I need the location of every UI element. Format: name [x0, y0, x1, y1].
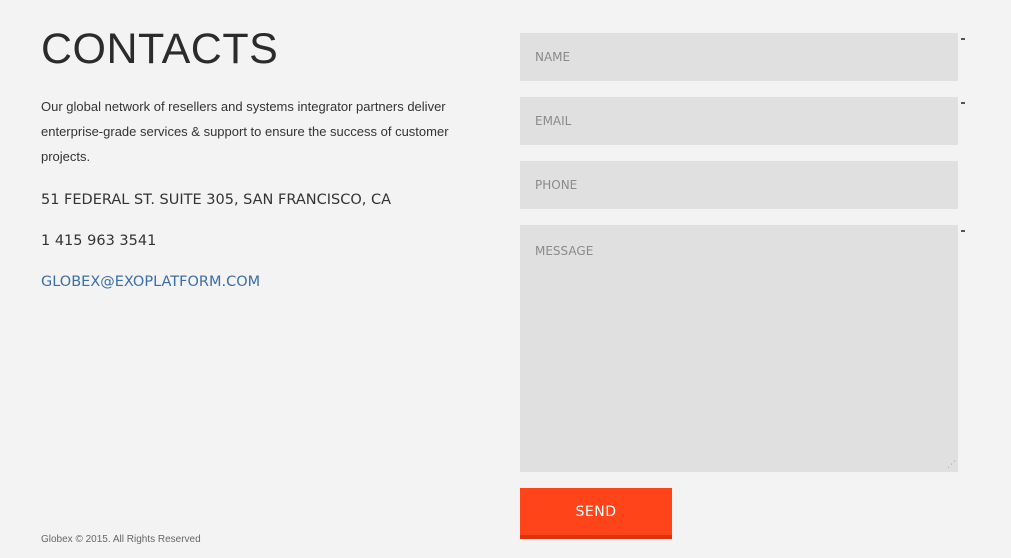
- email-input[interactable]: [520, 97, 958, 145]
- footer-copyright: Globex © 2015. All Rights Reserved: [41, 534, 201, 545]
- phone-input[interactable]: [520, 161, 958, 209]
- phone-number-text: 1 415 963 3541: [41, 233, 157, 249]
- address-text: 51 FEDERAL ST. SUITE 305, SAN FRANCISCO,…: [41, 192, 392, 208]
- send-button[interactable]: SEND: [520, 488, 672, 539]
- required-marker: [961, 102, 965, 104]
- message-textarea[interactable]: [520, 225, 958, 472]
- required-marker: [961, 230, 965, 232]
- required-marker: [961, 38, 965, 40]
- page-title: CONTACTS: [41, 25, 279, 73]
- name-input[interactable]: [520, 33, 958, 81]
- resize-handle-icon[interactable]: ⋰: [946, 460, 956, 470]
- contacts-intro-text: Our global network of resellers and syst…: [41, 99, 449, 164]
- email-link[interactable]: GLOBEX@EXOPLATFORM.COM: [41, 272, 260, 292]
